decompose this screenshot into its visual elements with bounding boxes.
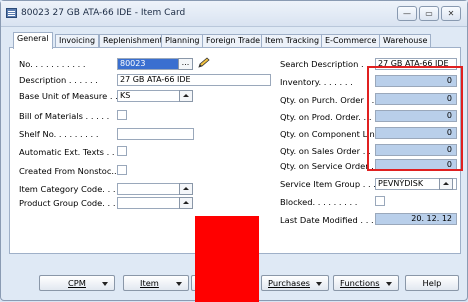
functions-menu-button[interactable]: Functions xyxy=(333,275,399,291)
last-date-modified-field: 20. 12. 12 xyxy=(375,213,457,225)
maximize-button[interactable]: ▭ xyxy=(419,6,439,21)
bom-label: Bill of Materials . . . . . xyxy=(19,111,110,121)
tab-general[interactable]: General xyxy=(13,32,53,49)
item-category-lookup-button[interactable] xyxy=(179,183,193,195)
last-date-modified-label: Last Date Modified . . . xyxy=(280,215,374,225)
product-group-lookup-button[interactable] xyxy=(179,197,193,209)
service-item-group-label: Service Item Group . . . xyxy=(280,179,376,189)
tab-warehouse[interactable]: Warehouse xyxy=(379,34,432,48)
close-button[interactable]: ✕ xyxy=(441,6,461,21)
qty-prod-order-label: Qty. on Prod. Order. . . xyxy=(280,112,372,122)
blocked-label: Blocked. . . . . . . . . xyxy=(280,197,358,207)
chevron-down-icon xyxy=(386,282,392,286)
highlight-box xyxy=(367,66,463,171)
description-field[interactable]: 27 GB ATA-66 IDE xyxy=(117,74,271,86)
no-label: No. . . . . . . . . . . xyxy=(19,59,86,69)
tab-item-tracking[interactable]: Item Tracking xyxy=(261,34,324,48)
created-from-nonstock-label: Created From Nonstoc... xyxy=(19,166,120,176)
search-description-label: Search Description . . . xyxy=(280,59,375,69)
tab-foreign-trade[interactable]: Foreign Trade xyxy=(202,34,265,48)
bom-checkbox[interactable] xyxy=(117,110,127,120)
tab-replenishment[interactable]: Replenishment xyxy=(99,34,167,48)
tab-e-commerce[interactable]: E-Commerce xyxy=(321,34,381,48)
tab-planning[interactable]: Planning xyxy=(161,34,204,48)
auto-ext-texts-checkbox[interactable] xyxy=(117,146,127,156)
shelf-no-label: Shelf No. . . . . . . . . xyxy=(19,129,99,139)
base-uom-label: Base Unit of Measure . . xyxy=(19,91,118,101)
title-bar[interactable]: 80023 27 GB ATA-66 IDE - Item Card — ▭ ✕ xyxy=(1,1,467,27)
item-menu-button[interactable]: Item xyxy=(123,275,189,291)
chevron-down-icon xyxy=(102,282,108,286)
form-icon xyxy=(6,8,17,18)
assist-edit-button[interactable]: ... xyxy=(178,58,193,70)
purchases-menu-button[interactable]: Purchases xyxy=(261,275,329,291)
inventory-label: Inventory. . . . . . . xyxy=(280,77,353,87)
qty-service-order-label: Qty. on Service Order . xyxy=(280,161,374,171)
chevron-down-icon xyxy=(176,282,182,286)
service-item-group-lookup-button[interactable] xyxy=(439,178,453,190)
qty-purch-order-label: Qty. on Purch. Order . . xyxy=(280,95,375,105)
help-button[interactable]: Help xyxy=(405,275,459,291)
item-button-label: Item xyxy=(140,278,159,288)
tab-invoicing[interactable]: Invoicing xyxy=(55,34,100,48)
cpm-button-label: CPM xyxy=(68,278,86,288)
redaction-block xyxy=(195,216,259,302)
purchases-button-label: Purchases xyxy=(268,278,310,288)
chevron-down-icon xyxy=(316,282,322,286)
created-from-nonstock-checkbox[interactable] xyxy=(117,165,127,175)
item-category-label: Item Category Code. . . xyxy=(19,184,116,194)
auto-ext-texts-label: Automatic Ext. Texts . . . xyxy=(19,147,120,157)
tab-strip: General Invoicing Replenishment Planning… xyxy=(9,32,459,49)
base-uom-lookup-button[interactable] xyxy=(179,90,193,102)
window-title: 80023 27 GB ATA-66 IDE - Item Card xyxy=(21,8,186,18)
product-group-label: Product Group Code. . . . xyxy=(19,198,121,208)
qty-sales-order-label: Qty. on Sales Order . . xyxy=(280,146,371,156)
shelf-no-field[interactable] xyxy=(117,128,194,140)
minimize-button[interactable]: — xyxy=(397,6,417,21)
cpm-menu-button[interactable]: CPM xyxy=(39,275,115,291)
edit-pencil-icon[interactable] xyxy=(197,57,211,69)
functions-button-label: Functions xyxy=(340,278,380,288)
item-card-window: 80023 27 GB ATA-66 IDE - Item Card — ▭ ✕… xyxy=(0,0,468,302)
blocked-checkbox[interactable] xyxy=(375,196,385,206)
description-label: Description . . . . . . xyxy=(19,75,98,85)
